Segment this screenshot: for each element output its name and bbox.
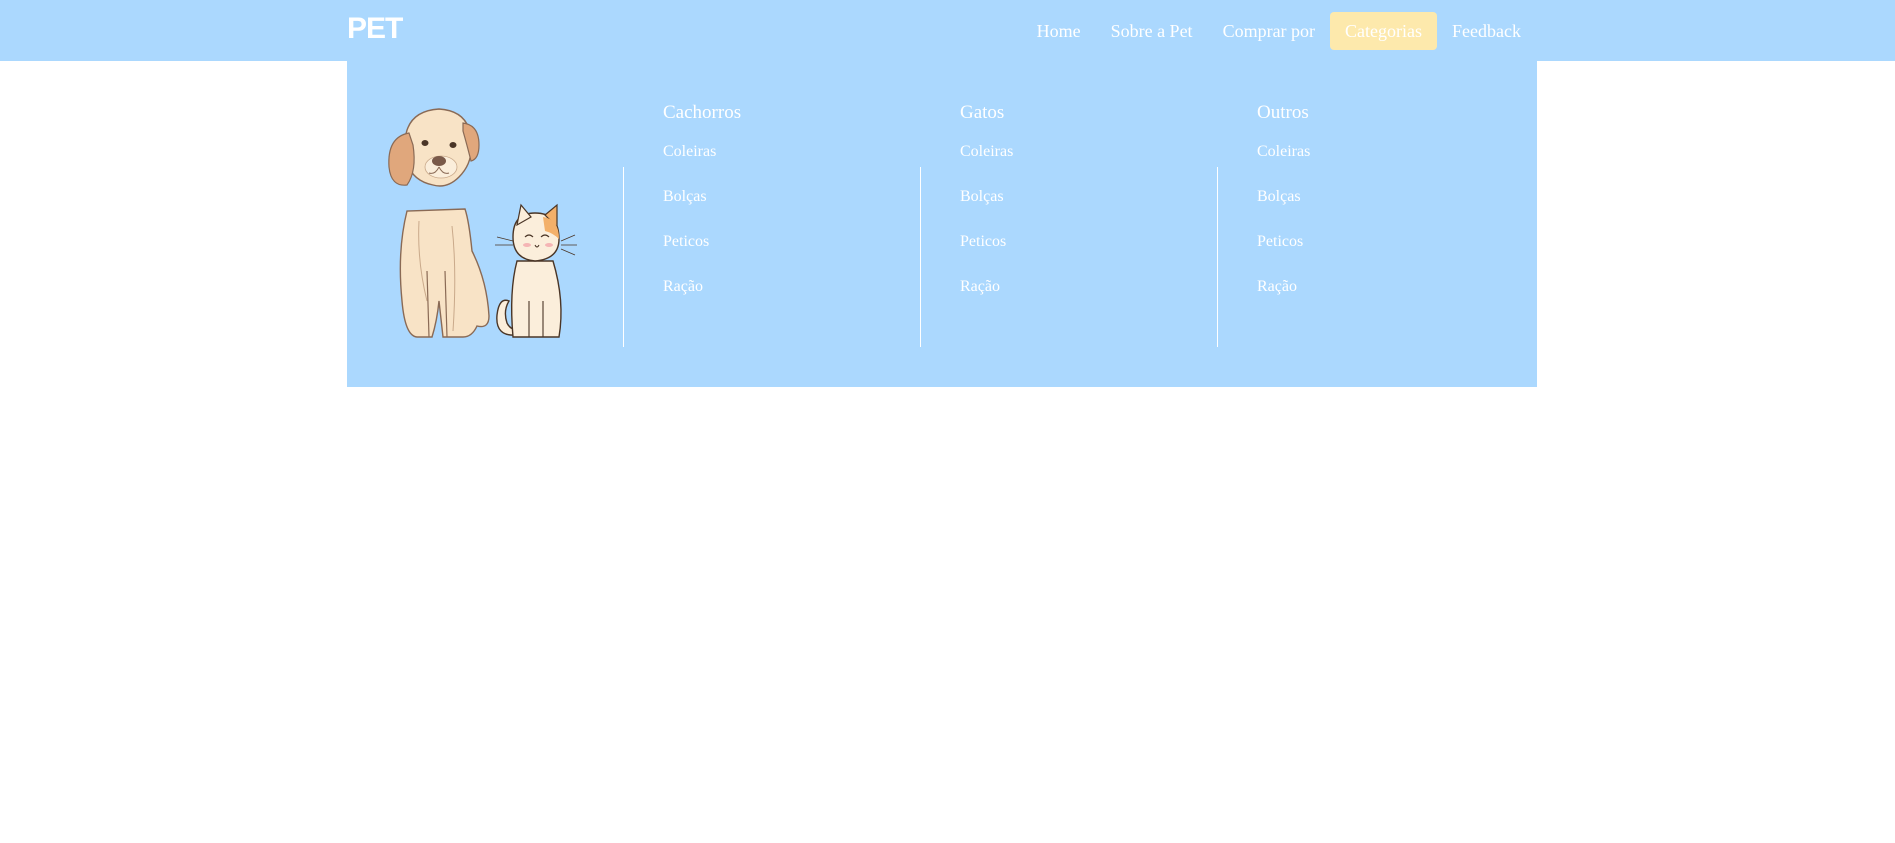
category-link-peticos[interactable]: Peticos [960, 232, 1160, 277]
top-navbar: PET Home Sobre a Pet Comprar por Categor… [0, 0, 1895, 61]
category-link-peticos[interactable]: Peticos [1257, 232, 1457, 277]
dog-and-cat-illustration [388, 108, 577, 338]
nav-feedback[interactable]: Feedback [1437, 12, 1536, 50]
categories-dropdown: Cachorros Coleiras Bolças Peticos Ração … [347, 61, 1537, 387]
nav-categorias[interactable]: Categorias [1330, 12, 1438, 50]
category-list-gatos: Coleiras Bolças Peticos Ração [960, 142, 1160, 322]
nav-comprar-por[interactable]: Comprar por [1208, 12, 1330, 50]
category-column-gatos: Gatos Coleiras Bolças Peticos Ração [920, 97, 1160, 347]
column-divider [920, 167, 921, 347]
nav-home[interactable]: Home [1022, 12, 1096, 50]
category-link-racao[interactable]: Ração [960, 277, 1160, 322]
column-divider [1217, 167, 1218, 347]
category-link-peticos[interactable]: Peticos [663, 232, 863, 277]
category-column-cachorros: Cachorros Coleiras Bolças Peticos Ração [623, 97, 863, 347]
column-divider [623, 167, 624, 347]
category-link-racao[interactable]: Ração [1257, 277, 1457, 322]
category-link-coleiras[interactable]: Coleiras [960, 142, 1160, 187]
category-list-outros: Coleiras Bolças Peticos Ração [1257, 142, 1457, 322]
category-link-coleiras[interactable]: Coleiras [663, 142, 863, 187]
category-link-bolcas[interactable]: Bolças [663, 187, 863, 232]
category-link-racao[interactable]: Ração [663, 277, 863, 322]
main-nav: Home Sobre a Pet Comprar por Categorias … [1022, 12, 1536, 50]
category-link-coleiras[interactable]: Coleiras [1257, 142, 1457, 187]
dog-icon [388, 108, 490, 338]
pets-illustration [377, 101, 617, 351]
category-title-outros: Outros [1257, 102, 1309, 123]
cat-icon [495, 203, 577, 338]
category-link-bolcas[interactable]: Bolças [960, 187, 1160, 232]
brand-logo[interactable]: PET [347, 11, 403, 47]
category-title-cachorros: Cachorros [663, 102, 742, 123]
category-column-outros: Outros Coleiras Bolças Peticos Ração [1217, 97, 1457, 347]
nav-sobre-a-pet[interactable]: Sobre a Pet [1096, 12, 1208, 50]
category-title-gatos: Gatos [960, 102, 1005, 123]
category-list-cachorros: Coleiras Bolças Peticos Ração [663, 142, 863, 322]
category-link-bolcas[interactable]: Bolças [1257, 187, 1457, 232]
